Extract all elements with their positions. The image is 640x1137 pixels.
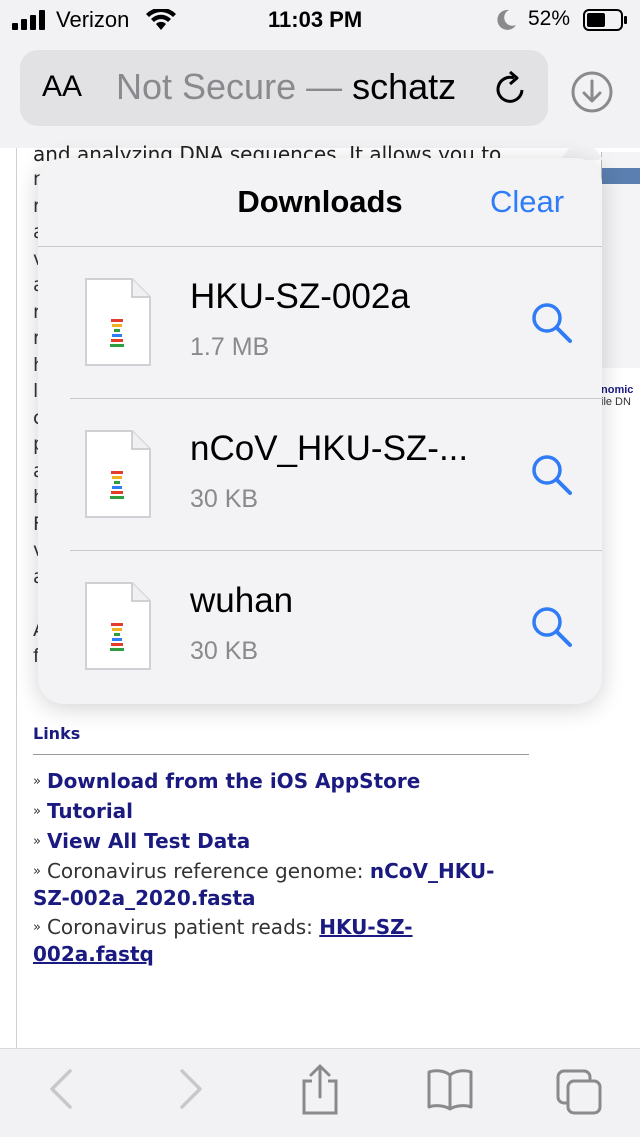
reload-icon[interactable] bbox=[494, 70, 528, 106]
wifi-icon bbox=[146, 9, 176, 30]
list-item-patient-reads: » Coronavirus patient reads: HKU-SZ-002a.… bbox=[33, 914, 523, 968]
link-appstore-text[interactable]: Download from the iOS AppStore bbox=[47, 769, 420, 793]
link-appstore[interactable]: » Download from the iOS AppStore bbox=[33, 768, 523, 795]
reader-options-button[interactable]: AA bbox=[42, 70, 82, 104]
file-icon bbox=[85, 430, 151, 518]
download-size: 1.7 MB bbox=[190, 333, 270, 361]
bullet: » bbox=[33, 834, 41, 849]
list-item-reference-genome: » Coronavirus reference genome: nCoV_HKU-… bbox=[33, 858, 523, 912]
download-item[interactable]: nCoV_HKU-SZ-... 30 KB bbox=[38, 399, 602, 551]
reference-genome-label: Coronavirus reference genome: bbox=[46, 859, 370, 883]
magnifier-icon[interactable] bbox=[530, 605, 574, 649]
back-icon[interactable] bbox=[46, 1067, 76, 1111]
moon-icon bbox=[497, 9, 516, 30]
status-bar: Verizon 11:03 PM 52% bbox=[0, 0, 640, 40]
popover-arrow bbox=[560, 132, 604, 160]
link-test-data-text[interactable]: View All Test Data bbox=[47, 829, 250, 853]
magnifier-icon[interactable] bbox=[530, 453, 574, 497]
file-icon bbox=[85, 278, 151, 366]
download-item[interactable]: wuhan 30 KB bbox=[38, 551, 602, 703]
tabs-icon[interactable] bbox=[556, 1069, 604, 1117]
bullet: » bbox=[33, 864, 41, 879]
not-secure-label: Not Secure — bbox=[116, 66, 353, 107]
page-right-subtext: ile DN bbox=[601, 396, 631, 408]
bookmarks-icon[interactable] bbox=[426, 1067, 474, 1111]
bullet: » bbox=[33, 804, 41, 819]
battery-percentage: 52% bbox=[528, 7, 571, 30]
link-tutorial[interactable]: » Tutorial bbox=[33, 798, 523, 825]
share-icon[interactable] bbox=[298, 1063, 342, 1115]
download-size: 30 KB bbox=[190, 485, 259, 513]
page-right-heading: nomic ile DN bbox=[601, 384, 633, 408]
download-icon[interactable] bbox=[570, 70, 614, 114]
magnifier-icon[interactable] bbox=[530, 301, 574, 345]
bullet: » bbox=[33, 774, 41, 789]
url-text[interactable]: Not Secure — schatz bbox=[116, 66, 490, 108]
page-right-heading-text: nomic bbox=[601, 384, 634, 396]
download-name: HKU-SZ-002a bbox=[190, 277, 410, 316]
forward-icon[interactable] bbox=[176, 1067, 206, 1111]
bullet: » bbox=[33, 920, 41, 935]
links-heading: Links bbox=[33, 724, 81, 743]
download-size: 30 KB bbox=[190, 637, 259, 665]
download-name: nCoV_HKU-SZ-... bbox=[190, 429, 469, 468]
url-host: schatz bbox=[352, 66, 457, 107]
battery-icon bbox=[583, 9, 627, 31]
address-toolbar: AA Not Secure — schatz bbox=[0, 40, 640, 148]
clear-button[interactable]: Clear bbox=[490, 184, 564, 220]
links-divider bbox=[33, 754, 529, 755]
url-field[interactable]: AA Not Secure — schatz bbox=[20, 50, 548, 126]
page-screenshot-thumbnail bbox=[601, 152, 640, 368]
download-name: wuhan bbox=[190, 581, 294, 620]
download-item[interactable]: HKU-SZ-002a 1.7 MB bbox=[38, 247, 602, 399]
link-tutorial-text[interactable]: Tutorial bbox=[47, 799, 133, 823]
signal-icon bbox=[12, 10, 45, 30]
clock: 11:03 PM bbox=[268, 7, 363, 32]
downloads-popover: Downloads Clear HKU-SZ-002a 1.7 MB nCoV_… bbox=[38, 158, 602, 704]
patient-reads-label: Coronavirus patient reads: bbox=[46, 915, 320, 939]
bottom-toolbar bbox=[0, 1048, 640, 1137]
link-test-data[interactable]: » View All Test Data bbox=[33, 828, 523, 855]
carrier-label: Verizon bbox=[56, 7, 130, 32]
file-icon bbox=[85, 582, 151, 670]
